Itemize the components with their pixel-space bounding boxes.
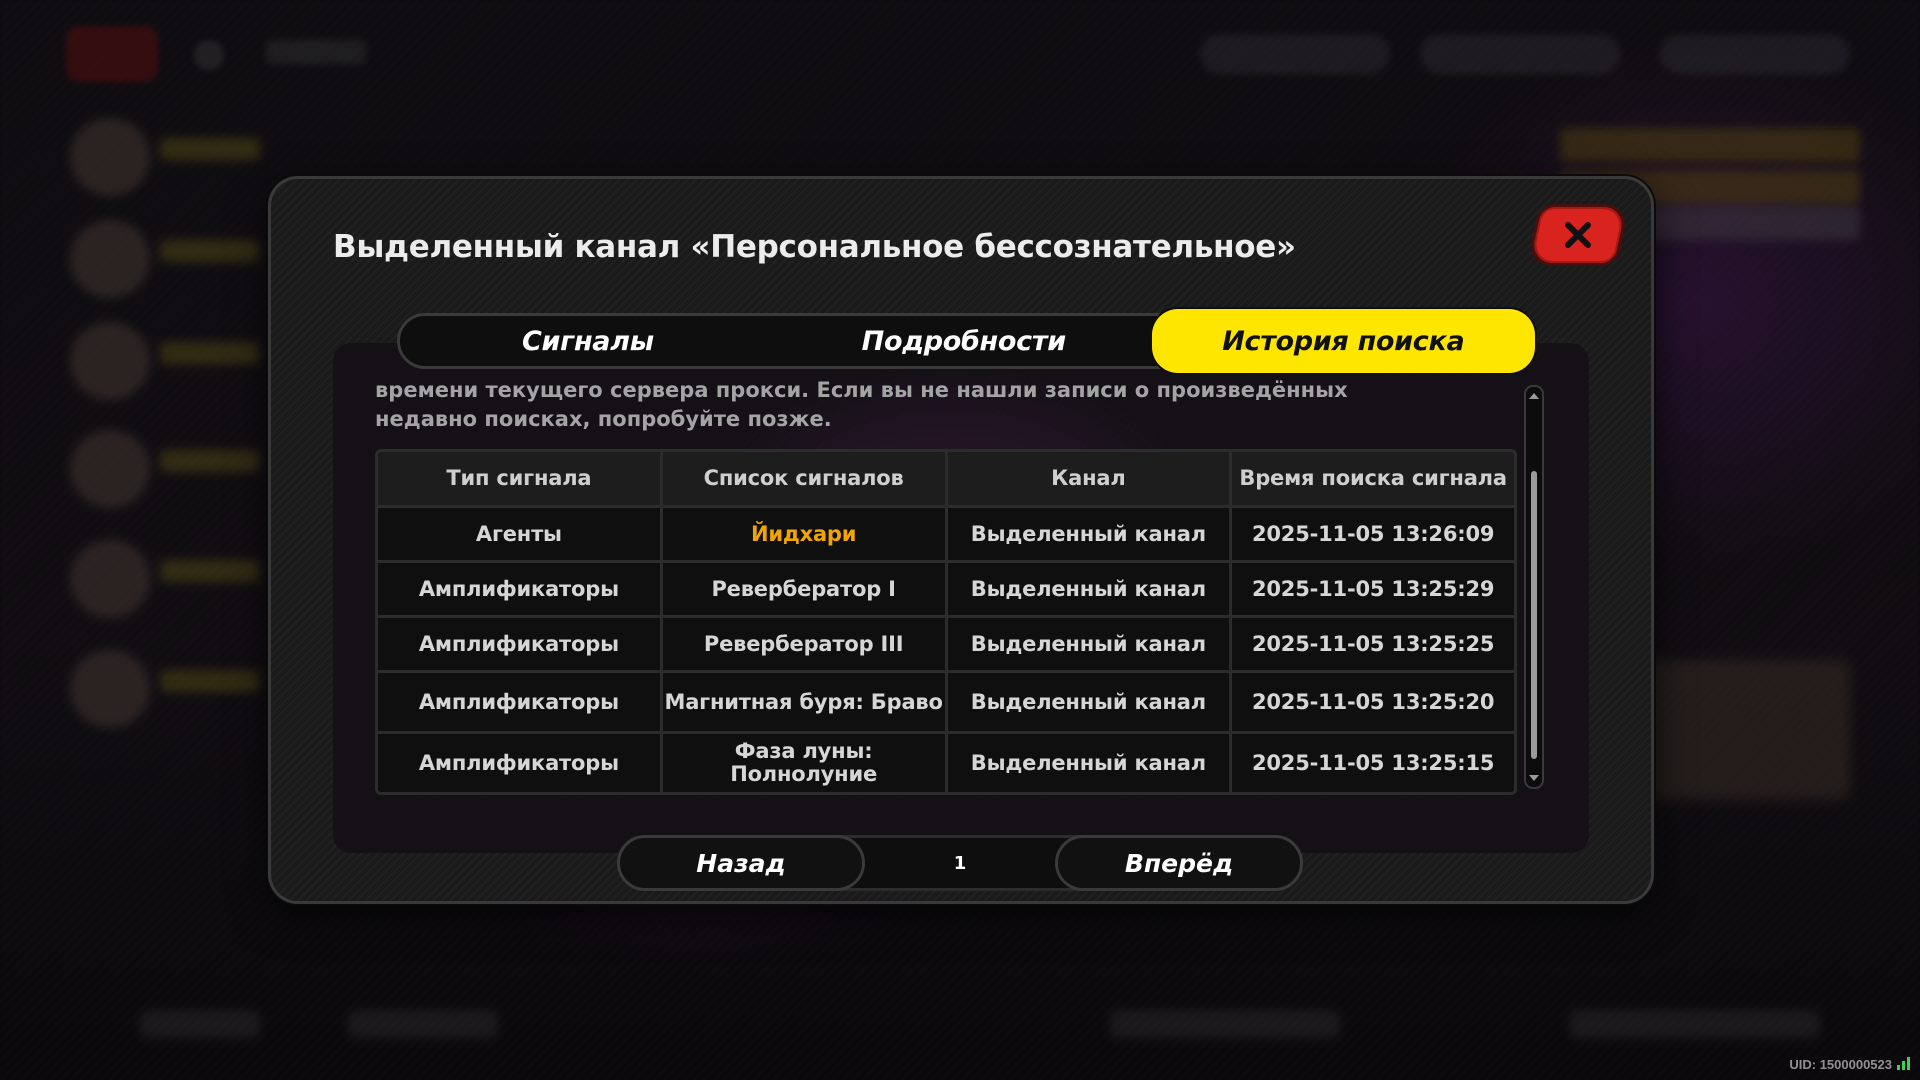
- uid-label: UID: 1500000523: [1789, 1057, 1892, 1072]
- column-header-signal-list: Список сигналов: [659, 452, 945, 505]
- search-time-cell: 2025-11-05 13:25:15: [1229, 734, 1514, 792]
- signal-name-cell: Ревербератор I: [659, 563, 945, 615]
- signal-type-cell: Амплификаторы: [378, 673, 660, 731]
- signal-name-cell: Фаза луны: Полнолуние: [659, 734, 945, 792]
- table-header-row: Тип сигнала Список сигналов Канал Время …: [378, 452, 1514, 505]
- tab-search-history[interactable]: История поиска: [1151, 309, 1535, 373]
- previous-page-button[interactable]: Назад: [617, 835, 865, 891]
- description-text: времени текущего сервера прокси. Если вы…: [375, 378, 1348, 431]
- search-time-cell: 2025-11-05 13:25:20: [1229, 673, 1514, 731]
- table-row: Амплификаторы Ревербератор I Выделенный …: [378, 560, 1514, 615]
- column-header-search-time: Время поиска сигнала: [1229, 452, 1514, 505]
- signal-strength-icon: [1897, 1057, 1910, 1070]
- column-header-channel: Канал: [944, 452, 1230, 505]
- signal-name-cell: Магнитная буря: Браво: [659, 673, 945, 731]
- table-row: Агенты Йидхари Выделенный канал 2025-11-…: [378, 505, 1514, 560]
- next-page-button[interactable]: Вперёд: [1055, 835, 1303, 891]
- signal-type-cell: Агенты: [378, 508, 660, 560]
- close-x-icon: [1565, 222, 1591, 248]
- channel-cell: Выделенный канал: [944, 563, 1230, 615]
- table-row: Амплификаторы Фаза луны: Полнолуние Выде…: [378, 731, 1514, 792]
- search-time-cell: 2025-11-05 13:26:09: [1229, 508, 1514, 560]
- search-history-dialog: Выделенный канал «Персональное бессознат…: [268, 176, 1654, 904]
- search-time-cell: 2025-11-05 13:25:29: [1229, 563, 1514, 615]
- table-row: Амплификаторы Ревербератор III Выделенны…: [378, 615, 1514, 670]
- column-header-signal-type: Тип сигнала: [378, 452, 660, 505]
- table-row: Амплификаторы Магнитная буря: Браво Выде…: [378, 670, 1514, 731]
- tab-bar: Сигналы Подробности История поиска: [397, 309, 1535, 373]
- signal-type-cell: Амплификаторы: [378, 734, 660, 792]
- channel-cell: Выделенный канал: [944, 673, 1230, 731]
- signal-name-cell: Ревербератор III: [659, 618, 945, 670]
- signal-type-cell: Амплификаторы: [378, 563, 660, 615]
- table-scrollbar[interactable]: [1524, 385, 1544, 789]
- scroll-down-arrow-icon[interactable]: [1529, 775, 1539, 781]
- tab-signals[interactable]: Сигналы: [400, 316, 776, 366]
- channel-cell: Выделенный канал: [944, 618, 1230, 670]
- dialog-title: Выделенный канал «Персональное бессознат…: [333, 229, 1296, 265]
- close-button[interactable]: [1526, 204, 1630, 266]
- tab-details[interactable]: Подробности: [776, 316, 1152, 366]
- scrollbar-thumb[interactable]: [1531, 471, 1537, 759]
- signal-name-cell: Йидхари: [659, 508, 945, 560]
- scroll-up-arrow-icon[interactable]: [1529, 393, 1539, 399]
- pagination: 1 Назад Вперёд: [617, 835, 1303, 891]
- signal-type-cell: Амплификаторы: [378, 618, 660, 670]
- channel-cell: Выделенный канал: [944, 508, 1230, 560]
- channel-cell: Выделенный канал: [944, 734, 1230, 792]
- search-history-table: Тип сигнала Список сигналов Канал Время …: [375, 449, 1517, 795]
- search-time-cell: 2025-11-05 13:25:25: [1229, 618, 1514, 670]
